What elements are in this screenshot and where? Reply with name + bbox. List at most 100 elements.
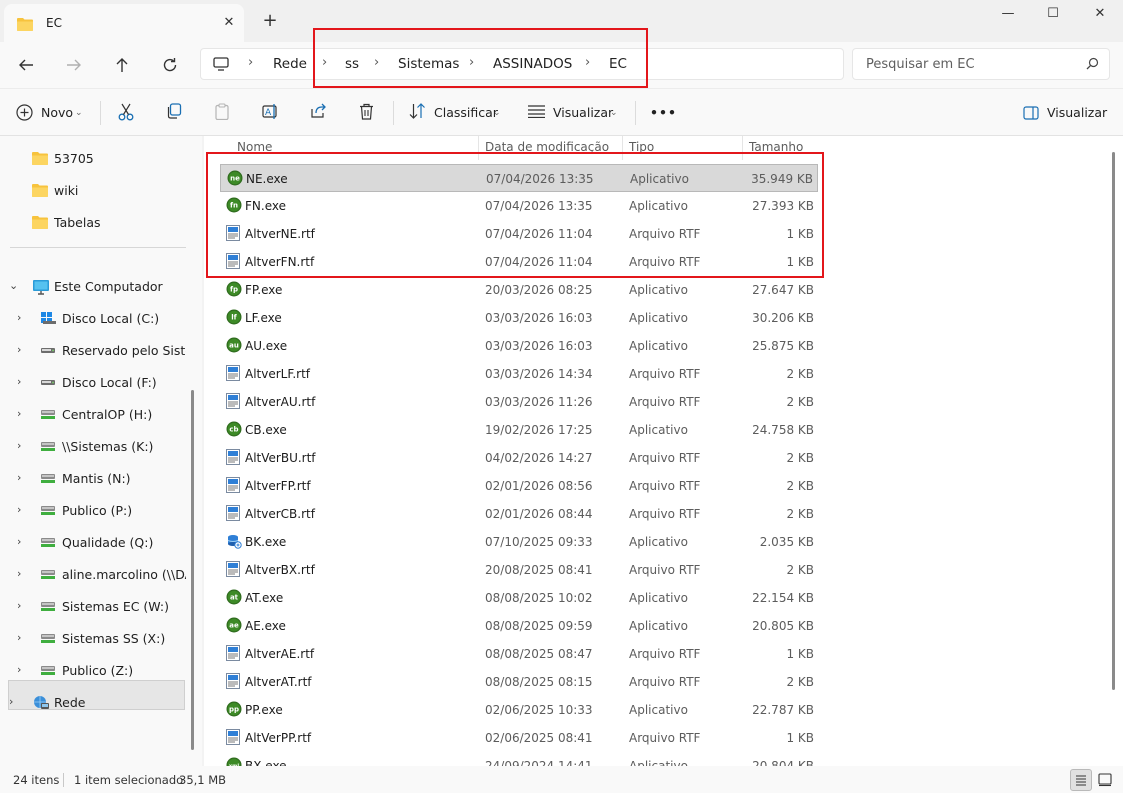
sidebar-scrollbar[interactable] — [191, 390, 194, 750]
breadcrumb-rede[interactable]: Rede — [273, 56, 307, 72]
paste-icon[interactable] — [214, 103, 230, 123]
details-pane-button[interactable]: Visualizar — [1047, 97, 1107, 129]
rtf-document-icon — [226, 449, 240, 468]
delete-icon[interactable] — [359, 103, 374, 123]
search-icon[interactable] — [1086, 57, 1099, 73]
sidebar-item-label: 53705 — [54, 151, 94, 166]
file-type: Aplicativo — [629, 759, 688, 766]
chevron-right-icon[interactable]: › — [17, 311, 21, 324]
chevron-right-icon[interactable]: › — [17, 503, 21, 516]
drive-icon — [40, 375, 56, 392]
file-type: Arquivo RTF — [629, 367, 701, 381]
file-size: 1 KB — [786, 731, 814, 745]
file-size: 1 KB — [786, 647, 814, 661]
sidebar-item[interactable]: 53705 — [0, 143, 190, 173]
sidebar-item[interactable]: › Sistemas SS (X:) — [0, 623, 190, 653]
minimize-button[interactable]: — — [985, 0, 1031, 30]
file-row[interactable]: AltverBX.rtf 20/08/2025 08:41 Arquivo RTF 2… — [220, 556, 818, 584]
sidebar-item[interactable]: › \\Sistemas (K:) — [0, 431, 190, 461]
details-view-button[interactable] — [1070, 769, 1092, 791]
sidebar-item[interactable]: Tabelas — [0, 207, 190, 237]
sidebar-item[interactable]: › Sistemas EC (W:) — [0, 591, 190, 621]
file-row[interactable]: BK.exe 07/10/2025 09:33 Aplicativo 2.035 KB — [220, 528, 818, 556]
chevron-down-icon: ⌄ — [75, 108, 83, 118]
file-row[interactable]: AltverAT.rtf 08/08/2025 08:15 Arquivo RTF 2… — [220, 668, 818, 696]
file-type: Arquivo RTF — [629, 479, 701, 493]
new-tab-button[interactable]: + — [259, 10, 281, 32]
file-row[interactable]: pp PP.exe 02/06/2025 10:33 Aplicativo 22.787… — [220, 696, 818, 724]
status-bar: 24 itens 1 item selecionado 35,1 MB — [0, 766, 1123, 793]
sidebar-item[interactable]: › aline.marcolino (\\DATA — [0, 559, 190, 589]
view-button[interactable]: Visualizar — [553, 97, 613, 129]
file-type: Aplicativo — [629, 283, 688, 297]
back-button[interactable] — [11, 50, 41, 80]
chevron-right-icon[interactable]: › — [17, 375, 21, 388]
copy-icon[interactable] — [166, 103, 182, 122]
file-row[interactable]: AltverCB.rtf 02/01/2026 08:44 Arquivo RTF 2… — [220, 500, 818, 528]
close-tab-icon[interactable]: ✕ — [218, 12, 240, 34]
file-row[interactable]: AltVerBU.rtf 04/02/2026 14:27 Arquivo RTF 2… — [220, 444, 818, 472]
rtf-document-icon — [226, 645, 240, 664]
drive-icon — [40, 343, 56, 360]
file-row[interactable]: AltverAE.rtf 08/08/2025 08:47 Arquivo RTF 1… — [220, 640, 818, 668]
file-row[interactable]: at AT.exe 08/08/2025 10:02 Aplicativo 22.154… — [220, 584, 818, 612]
large-icons-view-button[interactable] — [1095, 769, 1117, 791]
maximize-button[interactable]: ☐ — [1030, 0, 1076, 30]
large-icons-view-icon — [1098, 773, 1112, 787]
sidebar-item[interactable]: › Publico (P:) — [0, 495, 190, 525]
sidebar-item[interactable]: › Publico (Z:) — [0, 655, 190, 685]
cut-icon[interactable] — [118, 103, 134, 124]
file-row[interactable]: AltVerPP.rtf 02/06/2025 08:41 Arquivo RTF 1… — [220, 724, 818, 752]
sidebar-item[interactable]: wiki — [0, 175, 190, 205]
sidebar-item[interactable]: › Rede — [0, 687, 190, 717]
search-input[interactable]: Pesquisar em EC — [852, 48, 1110, 80]
chevron-right-icon[interactable]: › — [9, 695, 13, 708]
chevron-right-icon[interactable]: › — [17, 439, 21, 452]
sidebar-item[interactable]: › Mantis (N:) — [0, 463, 190, 493]
chevron-right-icon[interactable]: › — [17, 407, 21, 420]
sidebar-item-label: Reservado pelo Sistema — [62, 343, 186, 358]
file-name: AltverCB.rtf — [245, 507, 315, 521]
refresh-button[interactable] — [155, 50, 185, 80]
sidebar-item[interactable]: › CentralOP (H:) — [0, 399, 190, 429]
file-row[interactable]: fp FP.exe 20/03/2026 08:25 Aplicativo 27.647… — [220, 276, 818, 304]
sidebar-item[interactable]: ⌄ Este Computador — [0, 271, 190, 301]
file-size: 2 KB — [786, 451, 814, 465]
file-type: Aplicativo — [629, 535, 688, 549]
file-row[interactable]: AltverAU.rtf 03/03/2026 11:26 Arquivo RTF 2… — [220, 388, 818, 416]
chevron-down-icon[interactable]: ⌄ — [9, 279, 18, 292]
file-row[interactable]: ae AE.exe 08/08/2025 09:59 Aplicativo 20.805… — [220, 612, 818, 640]
tab-ec[interactable]: EC ✕ — [4, 4, 244, 42]
file-row[interactable]: xmlBX.exe 24/09/2024 14:41 Aplicativo 20.80… — [220, 752, 818, 766]
divider — [635, 101, 636, 125]
file-row[interactable]: cb CB.exe 19/02/2026 17:25 Aplicativo 24.758… — [220, 416, 818, 444]
chevron-right-icon[interactable]: › — [17, 631, 21, 644]
sort-button[interactable]: Classificar — [434, 97, 498, 129]
sidebar-item[interactable]: › Disco Local (F:) — [0, 367, 190, 397]
chevron-right-icon[interactable]: › — [17, 567, 21, 580]
more-options-button[interactable]: ••• — [650, 97, 677, 129]
chevron-right-icon[interactable]: › — [17, 599, 21, 612]
forward-button[interactable] — [59, 50, 89, 80]
up-button[interactable] — [107, 50, 137, 80]
file-size: 25.875 KB — [752, 339, 814, 353]
sidebar-item[interactable]: › Disco Local (C:) — [0, 303, 190, 333]
chevron-right-icon[interactable]: › — [17, 663, 21, 676]
chevron-right-icon[interactable]: › — [17, 471, 21, 484]
sidebar-item[interactable]: › Reservado pelo Sistema — [0, 335, 190, 365]
navigation-pane: 53705 wiki Tabelas ⌄ Este Computador › Disco L… — [0, 136, 202, 766]
close-window-button[interactable]: ✕ — [1077, 0, 1123, 30]
rename-icon[interactable]: A — [262, 103, 279, 123]
file-size: 2 KB — [786, 479, 814, 493]
new-button[interactable]: Novo — [41, 97, 73, 129]
file-list-scrollbar[interactable] — [1112, 152, 1115, 690]
chevron-right-icon[interactable]: › — [17, 343, 21, 356]
share-icon[interactable] — [310, 103, 327, 122]
chevron-down-icon: ⌄ — [493, 108, 501, 118]
file-row[interactable]: au AU.exe 03/03/2026 16:03 Aplicativo 25.875… — [220, 332, 818, 360]
file-row[interactable]: AltverLF.rtf 03/03/2026 14:34 Arquivo RTF 2… — [220, 360, 818, 388]
file-row[interactable]: AltverFP.rtf 02/01/2026 08:56 Arquivo RTF 2… — [220, 472, 818, 500]
file-row[interactable]: lf LF.exe 03/03/2026 16:03 Aplicativo 30.206… — [220, 304, 818, 332]
chevron-right-icon[interactable]: › — [17, 535, 21, 548]
sidebar-item[interactable]: › Qualidade (Q:) — [0, 527, 190, 557]
